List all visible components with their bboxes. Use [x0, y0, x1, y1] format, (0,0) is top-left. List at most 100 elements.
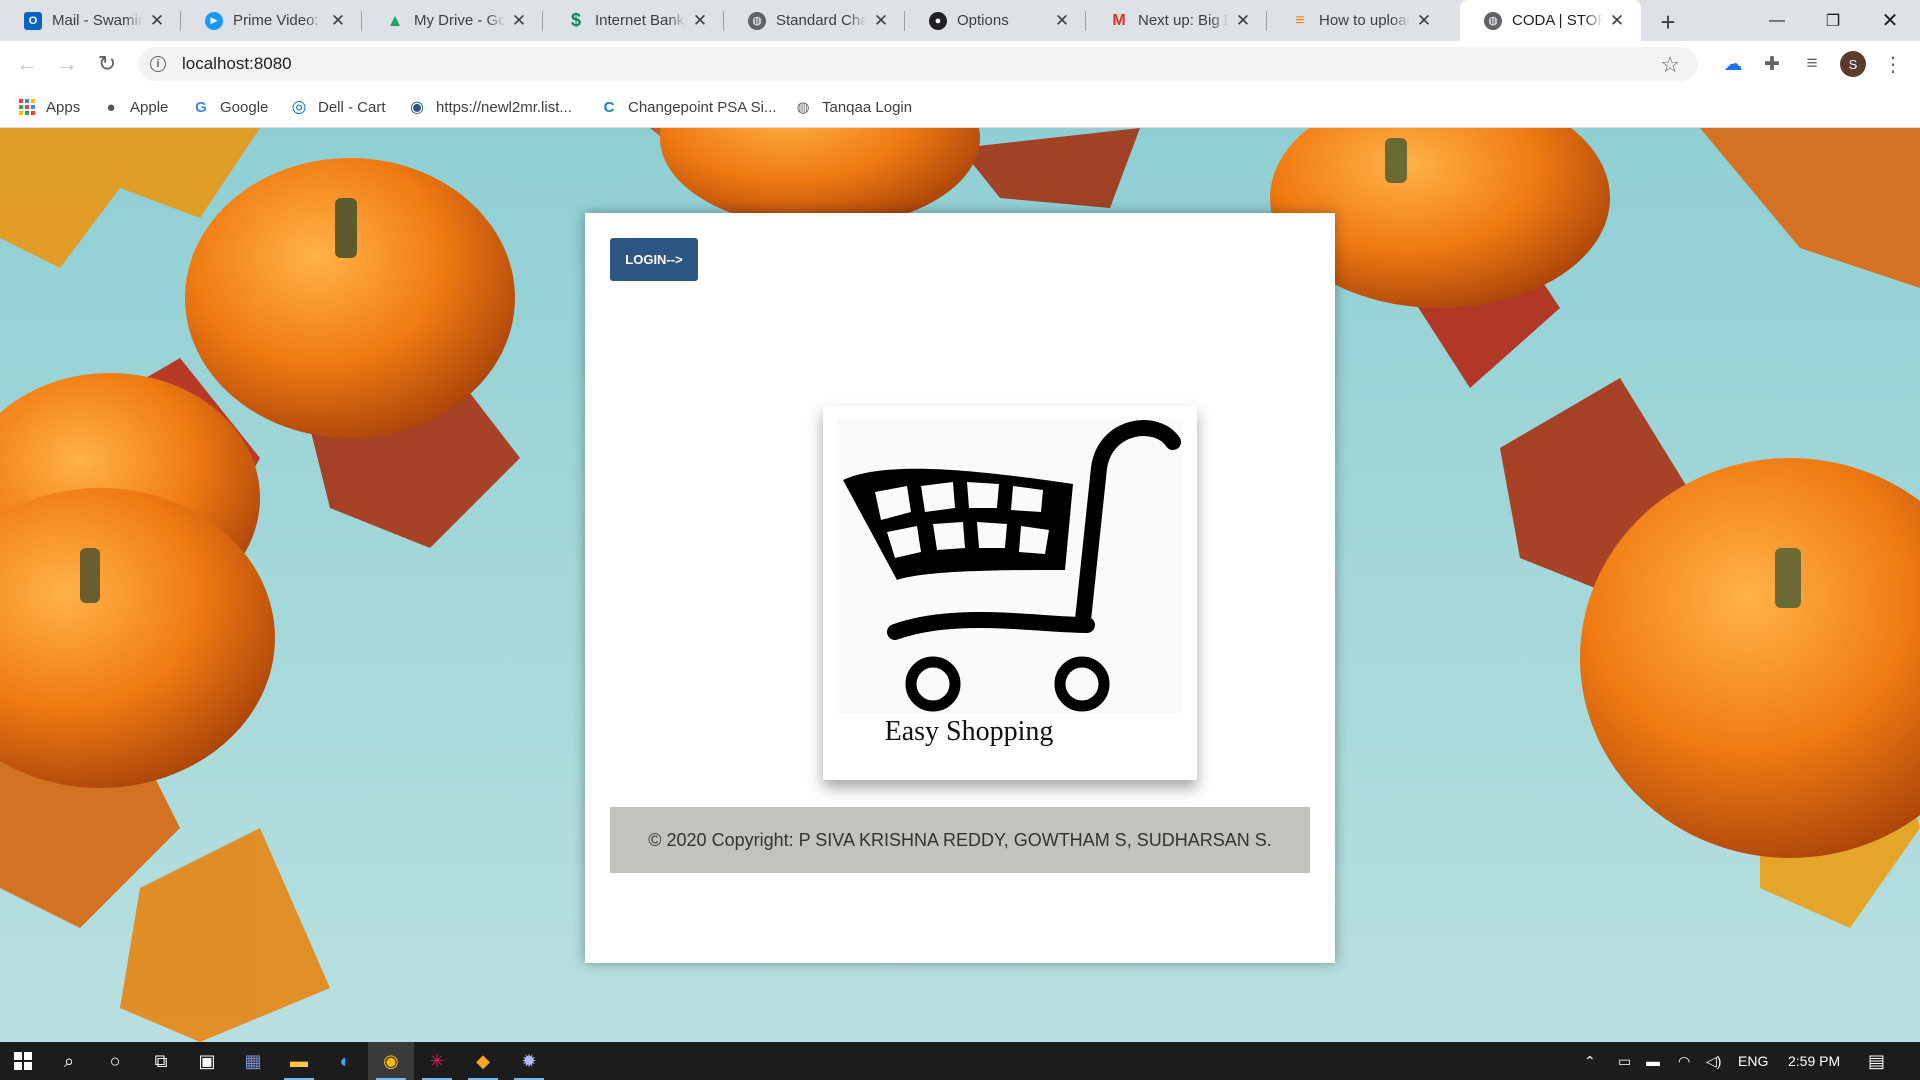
- address-bar[interactable]: i ☆: [138, 47, 1698, 81]
- notifications-icon[interactable]: ▤: [1868, 1042, 1885, 1080]
- slack-icon[interactable]: ✳: [414, 1042, 460, 1080]
- bookmarks-bar: Apps ● Apple G Google ◎ Dell - Cart ◉ ht…: [0, 87, 1920, 128]
- new-tab-button[interactable]: +: [1654, 7, 1682, 37]
- outlook-icon: O: [24, 11, 42, 30]
- edge-icon[interactable]: ◐: [322, 1042, 368, 1080]
- clock[interactable]: 2:59 PM: [1788, 1042, 1840, 1080]
- tab-title: Next up: Big Data: [1138, 12, 1229, 29]
- github-icon: ●: [929, 11, 947, 30]
- menu-kebab-icon[interactable]: ⋮: [1880, 51, 1906, 77]
- forward-button[interactable]: →: [52, 49, 82, 79]
- close-icon[interactable]: ✕: [1233, 11, 1253, 31]
- browser-toolbar: ← → ↻ i ☆ ☁ ✚ ≡ S ⋮: [0, 41, 1920, 87]
- bookmark-tanqaa-login[interactable]: ◍ Tanqaa Login: [794, 87, 912, 127]
- bank-icon: $: [570, 10, 581, 30]
- windows-start-icon[interactable]: [0, 1042, 46, 1080]
- bookmark-label: Apple: [130, 98, 169, 116]
- tab-title: Internet Banking: [595, 12, 686, 29]
- minimize-button[interactable]: —: [1749, 0, 1805, 41]
- tray-chevron-icon[interactable]: ⌃: [1584, 1042, 1596, 1080]
- shopping-logo: Easy Shopping: [823, 406, 1197, 780]
- changepoint-icon: C: [603, 98, 615, 116]
- bookmark-label: Changepoint PSA Si...: [628, 98, 777, 116]
- battery-icon[interactable]: ▬: [1646, 1042, 1660, 1080]
- bookmark-dell-cart[interactable]: ◎ Dell - Cart: [290, 87, 386, 127]
- search-icon[interactable]: ⌕: [46, 1042, 92, 1080]
- content-card: LOGIN--> Easy Shopping © 2020 Copyright:…: [585, 213, 1335, 963]
- globe-icon: ◍: [748, 11, 766, 30]
- gmail-icon: M: [1112, 11, 1126, 29]
- settings-gear-icon[interactable]: ✹: [506, 1042, 552, 1080]
- chrome-icon[interactable]: ◉: [368, 1042, 414, 1080]
- media-queue-icon[interactable]: ≡: [1799, 51, 1825, 77]
- extensions-puzzle-icon[interactable]: ✚: [1759, 51, 1785, 77]
- bookmark-apps[interactable]: Apps: [18, 87, 80, 127]
- logo-text: Easy Shopping: [884, 716, 1054, 747]
- bookmark-newl2mr[interactable]: ◉ https://newl2mr.list...: [408, 87, 572, 127]
- bookmark-label: Google: [220, 98, 269, 116]
- stackoverflow-icon: ≡: [1295, 11, 1305, 29]
- bookmark-changepoint[interactable]: C Changepoint PSA Si...: [600, 87, 777, 127]
- volume-icon[interactable]: ◁): [1706, 1042, 1721, 1080]
- profile-avatar[interactable]: S: [1840, 51, 1866, 77]
- device-icon[interactable]: ▭: [1618, 1042, 1631, 1080]
- copyright-footer: © 2020 Copyright: P SIVA KRISHNA REDDY, …: [610, 807, 1310, 873]
- bookmark-apple[interactable]: ● Apple: [102, 87, 168, 127]
- close-icon[interactable]: ✕: [1607, 11, 1627, 31]
- tab-coda-store[interactable]: ◍ CODA | STORE ✕: [1460, 0, 1641, 41]
- tab-internet-banking[interactable]: $ Internet Banking ✕: [543, 0, 724, 41]
- tab-prime-video[interactable]: ▶ Prime Video: The ✕: [181, 0, 362, 41]
- tab-standard-chartered[interactable]: ◍ Standard Chartered ✕: [724, 0, 905, 41]
- reload-button[interactable]: ↻: [92, 49, 122, 79]
- close-icon[interactable]: ✕: [328, 11, 348, 31]
- bookmark-label: Apps: [46, 98, 81, 116]
- copyright-text: © 2020 Copyright: P SIVA KRISHNA REDDY, …: [648, 829, 1272, 850]
- restore-button[interactable]: ❐: [1805, 0, 1861, 41]
- tab-title: My Drive - Google: [414, 12, 505, 29]
- close-icon[interactable]: ✕: [509, 11, 529, 31]
- app-icon[interactable]: ▦: [230, 1042, 276, 1080]
- close-icon[interactable]: ✕: [1052, 11, 1072, 31]
- windows-taskbar: ⌕ ○ ⧉ ▣ ▦ ▬ ◐ ◉ ✳ ◆ ✹ ⌃ ▭ ▬ ◠ ◁) ENG 2:5…: [0, 1042, 1920, 1080]
- git-icon[interactable]: ◆: [460, 1042, 506, 1080]
- tab-gmail[interactable]: M Next up: Big Data ✕: [1086, 0, 1267, 41]
- tab-mail[interactable]: O Mail - Swaminathan ✕: [0, 0, 181, 41]
- wifi-icon[interactable]: ◠: [1678, 1042, 1690, 1080]
- bookmark-star-icon[interactable]: ☆: [1660, 52, 1680, 78]
- tab-google-drive[interactable]: ▲ My Drive - Google ✕: [362, 0, 543, 41]
- tab-title: Prime Video: The: [233, 12, 324, 29]
- close-icon[interactable]: ✕: [871, 11, 891, 31]
- page-viewport: LOGIN--> Easy Shopping © 2020 Copyright:…: [0, 128, 1920, 1042]
- close-icon[interactable]: ✕: [690, 11, 710, 31]
- globe-icon: ◍: [1484, 11, 1502, 30]
- close-icon[interactable]: ✕: [147, 11, 167, 31]
- tab-title: CODA | STORE: [1512, 12, 1603, 29]
- language-indicator[interactable]: ENG: [1738, 1042, 1768, 1080]
- apps-grid-icon: [18, 98, 36, 116]
- close-icon[interactable]: ✕: [1414, 11, 1434, 31]
- tab-options[interactable]: ● Options ✕: [905, 0, 1086, 41]
- bookmark-google[interactable]: G Google: [192, 87, 268, 127]
- google-drive-icon: ▲: [386, 10, 404, 30]
- cortana-icon[interactable]: ○: [92, 1042, 138, 1080]
- login-button[interactable]: LOGIN-->: [610, 238, 698, 281]
- dell-icon: ◎: [291, 97, 307, 116]
- logo-image: [837, 420, 1183, 713]
- google-icon: G: [195, 98, 207, 116]
- url-input[interactable]: [180, 53, 1484, 75]
- bookmark-label: Dell - Cart: [318, 98, 386, 116]
- bookmark-label: Tanqaa Login: [822, 98, 913, 116]
- cloud-extension-icon[interactable]: ☁: [1720, 51, 1746, 77]
- site-info-icon[interactable]: i: [150, 56, 166, 72]
- task-view-icon[interactable]: ⧉: [138, 1042, 184, 1080]
- store-icon[interactable]: ▣: [184, 1042, 230, 1080]
- tab-strip: O Mail - Swaminathan ✕ ▶ Prime Video: Th…: [0, 0, 1920, 41]
- site-icon: ◉: [410, 99, 424, 116]
- shopping-cart-icon: [843, 420, 1181, 712]
- tab-how-to-upload[interactable]: ≡ How to upload ✕: [1267, 0, 1448, 41]
- window-close-button[interactable]: ✕: [1862, 0, 1918, 41]
- tab-title: Standard Chartered: [776, 12, 867, 29]
- back-button[interactable]: ←: [12, 49, 42, 79]
- file-explorer-icon[interactable]: ▬: [276, 1042, 322, 1080]
- tab-title: Mail - Swaminathan: [52, 12, 143, 29]
